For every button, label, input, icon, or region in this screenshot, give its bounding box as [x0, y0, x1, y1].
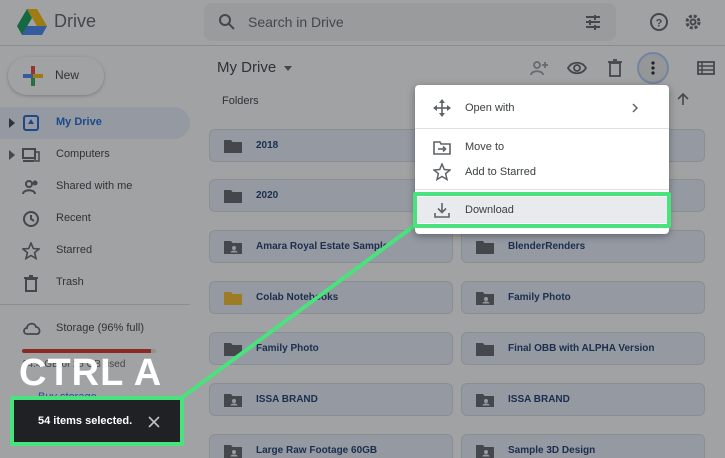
- open-with-icon: [433, 99, 451, 117]
- move-to-icon: [433, 141, 451, 155]
- selection-snackbar: 54 items selected.: [10, 396, 184, 446]
- menu-item-label: Move to: [465, 141, 505, 153]
- star-outline-icon: [433, 163, 451, 181]
- menu-item-label: Open with: [465, 102, 515, 114]
- download-highlight-box: [413, 192, 671, 228]
- chevron-right-icon: [632, 103, 639, 113]
- menu-item-add-to-starred[interactable]: Add to Starred: [415, 159, 669, 185]
- close-icon[interactable]: [148, 416, 160, 428]
- menu-item-label: Add to Starred: [465, 166, 536, 178]
- shortcut-annotation: CTRL A: [19, 352, 163, 394]
- menu-divider: [415, 128, 669, 129]
- menu-item-move-to[interactable]: Move to: [415, 134, 669, 160]
- snackbar-message: 54 items selected.: [38, 415, 133, 427]
- menu-item-open-with[interactable]: Open with: [415, 95, 669, 121]
- menu-divider: [415, 189, 669, 190]
